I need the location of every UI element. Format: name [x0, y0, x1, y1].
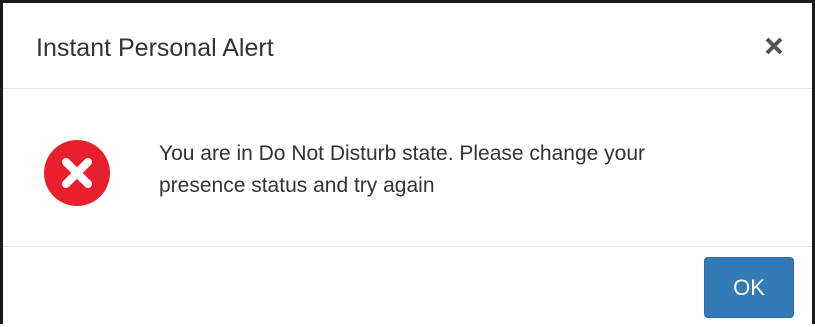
dialog-body: You are in Do Not Disturb state. Please …	[3, 90, 812, 247]
dialog-title: Instant Personal Alert	[36, 34, 274, 62]
alert-dialog: Instant Personal Alert You are in Do Not…	[0, 0, 815, 324]
alert-message: You are in Do Not Disturb state. Please …	[159, 138, 789, 202]
error-icon	[43, 139, 111, 207]
dialog-header: Instant Personal Alert	[3, 3, 812, 89]
alert-message-line-1: You are in Do Not Disturb state. Please …	[159, 142, 646, 165]
close-icon	[765, 37, 783, 60]
alert-message-line-2: presence status and try again	[159, 174, 435, 197]
ok-button[interactable]: OK	[704, 257, 794, 318]
close-button[interactable]	[755, 29, 793, 67]
dialog-footer: OK	[3, 246, 812, 327]
